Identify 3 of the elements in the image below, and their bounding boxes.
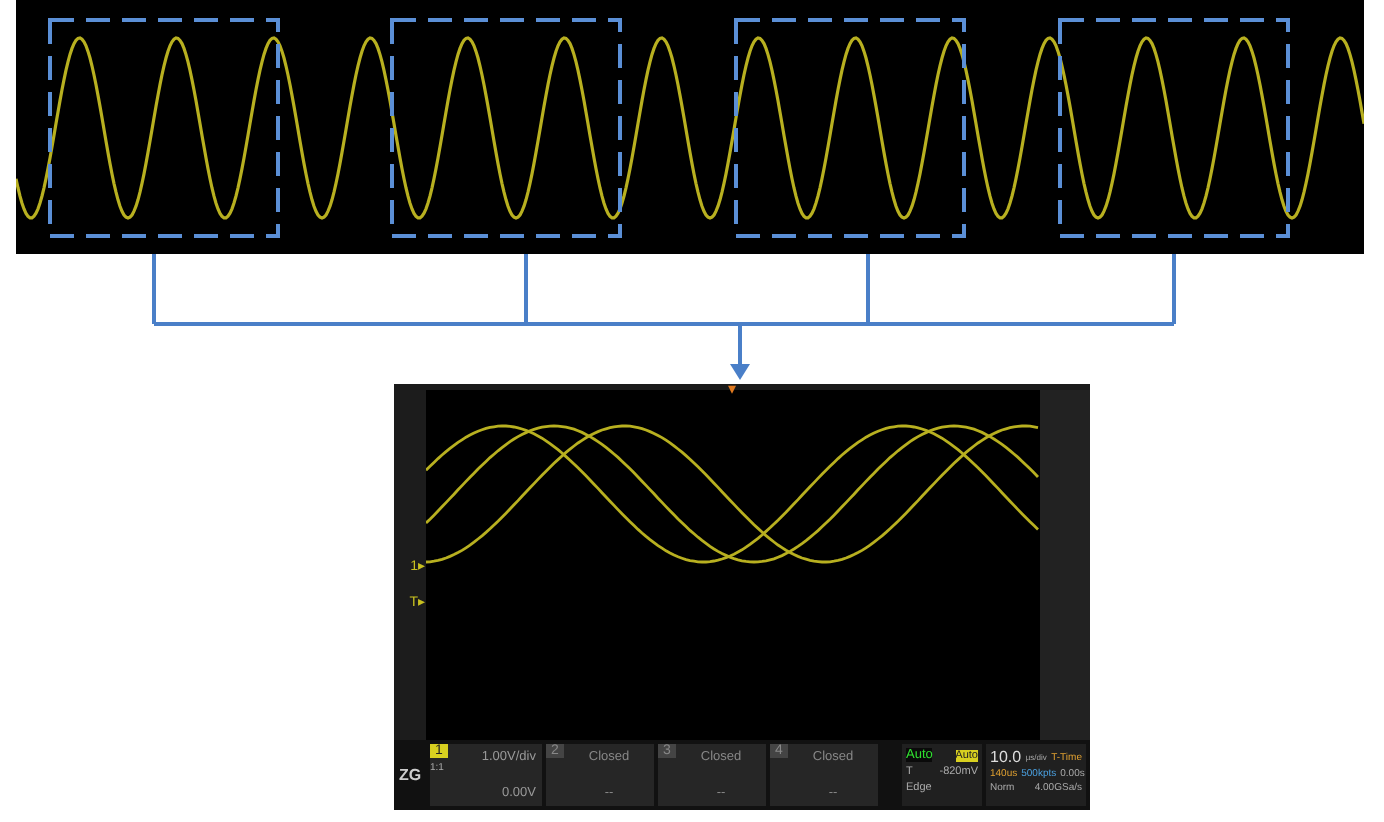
trigger-position-marker: ▾ <box>728 382 736 398</box>
timebase-value: 10.0 <box>990 748 1022 766</box>
logo: ZG <box>396 766 424 784</box>
